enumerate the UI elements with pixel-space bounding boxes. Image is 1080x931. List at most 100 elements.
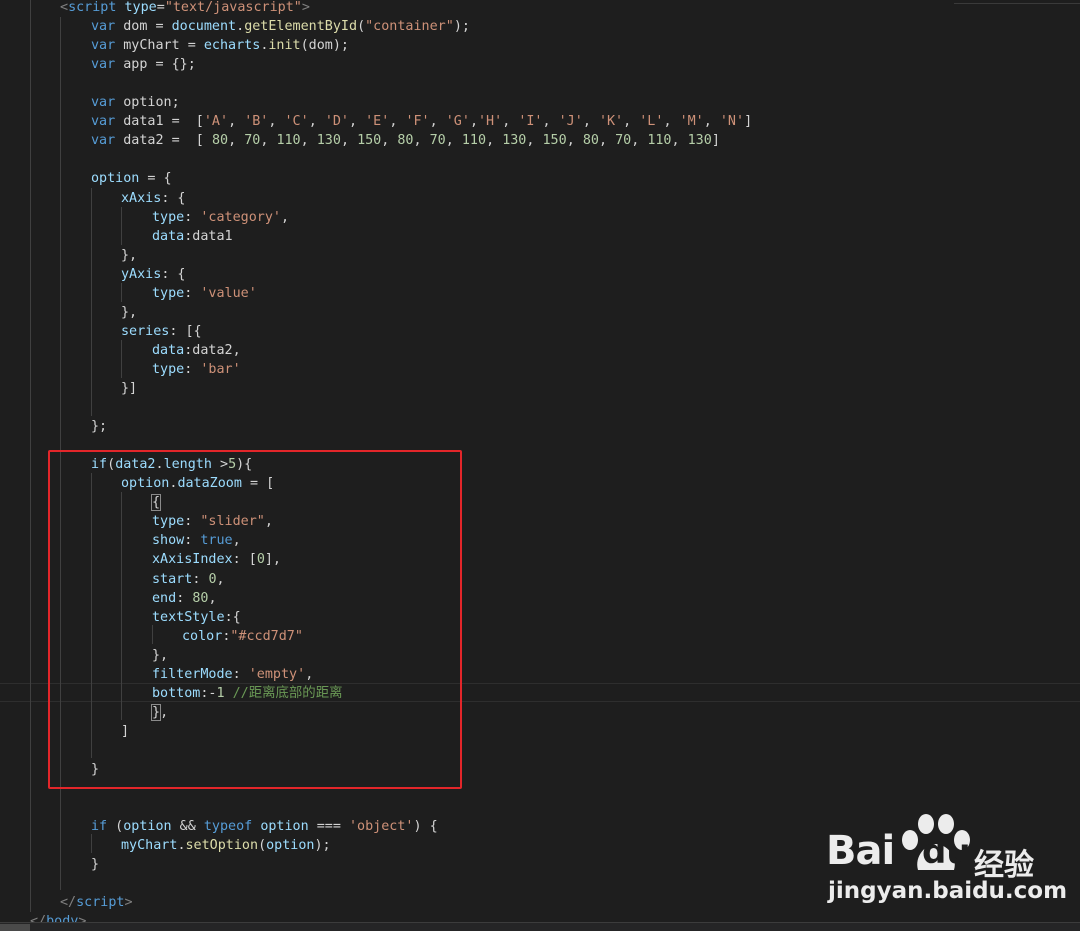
- code-line[interactable]: type: 'value': [152, 284, 257, 303]
- code-line[interactable]: },: [121, 246, 137, 265]
- code-token: 'K': [598, 114, 624, 130]
- code-token: (: [258, 838, 267, 854]
- code-token: ,: [228, 114, 245, 130]
- code-token: option: [260, 819, 309, 835]
- indent-guide: [91, 188, 92, 416]
- code-line[interactable]: data:data1: [152, 227, 233, 246]
- code-line[interactable]: }]: [121, 379, 137, 398]
- horizontal-scrollbar[interactable]: [0, 922, 1080, 931]
- watermark-bai: Bai: [826, 828, 895, 874]
- baidu-jingyan-watermark: Bai du 经验 jingyan.baidu.com: [826, 810, 1067, 910]
- code-line[interactable]: var option;: [91, 93, 180, 112]
- code-editor[interactable]: <script type="text/javascript"> var dom =…: [0, 0, 1080, 931]
- code-token: : {: [161, 190, 186, 206]
- code-token: ,: [228, 133, 245, 149]
- code-line[interactable]: },: [121, 303, 137, 322]
- code-line[interactable]: </script>: [60, 893, 133, 912]
- code-line[interactable]: yAxis: {: [121, 265, 186, 284]
- code-token: 'M': [679, 114, 704, 130]
- code-line[interactable]: var data1 = ['A', 'B', 'C', 'D', 'E', 'F…: [91, 112, 752, 131]
- code-line[interactable]: var data2 = [ 80, 70, 110, 130, 150, 80,…: [91, 131, 720, 150]
- scrollbar-thumb[interactable]: [0, 924, 30, 931]
- code-token: : [{: [169, 323, 202, 339]
- code-line[interactable]: var myChart = echarts.init(dom);: [91, 36, 349, 55]
- code-token: 150: [357, 133, 382, 149]
- code-token: 'N': [719, 114, 745, 130]
- code-token: ,: [566, 133, 583, 149]
- code-token: =: [156, 0, 165, 15]
- code-token: 'B': [244, 114, 269, 130]
- code-token: var: [91, 57, 116, 73]
- code-token: .: [177, 838, 186, 854]
- code-token: : {: [161, 266, 186, 282]
- code-token: script: [76, 895, 125, 911]
- code-token: ,: [469, 114, 478, 130]
- code-line[interactable]: series: [{: [121, 322, 202, 341]
- code-token: ,: [631, 133, 648, 149]
- code-token: yAxis: [121, 266, 162, 282]
- code-token: 80: [211, 133, 229, 149]
- code-token: ,: [300, 133, 317, 149]
- code-token: type: [152, 209, 185, 225]
- code-line[interactable]: <script type="text/javascript">: [60, 0, 310, 17]
- code-token: data1 = [: [115, 114, 204, 130]
- code-token: 80: [397, 133, 414, 149]
- code-token: ,: [429, 114, 446, 130]
- code-token: :data2,: [184, 342, 241, 358]
- code-token: 110: [276, 133, 301, 149]
- code-token: (: [357, 19, 366, 35]
- code-token: 130: [316, 133, 341, 149]
- code-token: 'A': [203, 114, 229, 130]
- indent-guide: [121, 283, 122, 302]
- code-token: getElementById: [244, 19, 358, 35]
- code-token: type: [152, 361, 185, 377]
- code-token: 'J': [558, 114, 583, 130]
- code-token: script: [68, 0, 117, 15]
- code-token: ,: [703, 114, 720, 130]
- code-token: >: [301, 0, 310, 15]
- code-token: 110: [461, 133, 487, 149]
- code-token: }: [91, 857, 100, 873]
- code-token: ,: [340, 133, 358, 149]
- code-line[interactable]: }: [91, 855, 99, 874]
- code-token: option: [266, 838, 315, 854]
- code-token: <: [60, 0, 69, 15]
- code-line[interactable]: type: 'bar': [152, 360, 241, 379]
- code-token: = {: [139, 171, 172, 187]
- code-line[interactable]: myChart.setOption(option);: [121, 836, 331, 855]
- code-line[interactable]: type: 'category',: [152, 208, 289, 227]
- code-token: type: [124, 0, 157, 15]
- code-token: >: [124, 895, 133, 911]
- code-line[interactable]: xAxis: {: [121, 189, 186, 208]
- code-token: ,: [486, 133, 503, 149]
- code-token: );: [314, 838, 331, 854]
- code-token: var: [91, 114, 116, 130]
- code-token: option: [91, 171, 140, 187]
- code-token: ,: [349, 114, 366, 130]
- code-token: ,: [598, 133, 616, 149]
- code-token: document: [171, 19, 237, 35]
- code-token: </: [60, 895, 77, 911]
- code-line[interactable]: if (option && typeof option === 'object'…: [91, 817, 438, 836]
- code-token: ,: [623, 114, 640, 130]
- code-token: xAxis: [121, 190, 162, 206]
- code-line[interactable]: data:data2,: [152, 341, 241, 360]
- indent-guide: [121, 340, 122, 378]
- code-line[interactable]: var app = {};: [91, 55, 196, 74]
- code-token: &&: [171, 819, 204, 835]
- code-token: var: [91, 95, 116, 111]
- code-token: echarts: [203, 38, 261, 54]
- code-token: 'C': [284, 114, 309, 130]
- code-token: ,: [308, 114, 325, 130]
- code-token: 110: [647, 133, 672, 149]
- code-token: "container": [365, 19, 454, 35]
- code-line[interactable]: };: [91, 417, 107, 436]
- indent-guide: [91, 834, 92, 853]
- code-token: ,: [413, 133, 430, 149]
- red-highlight-box: [48, 450, 462, 789]
- code-line[interactable]: var dom = document.getElementById("conta…: [91, 17, 470, 36]
- code-token: option: [123, 819, 172, 835]
- code-line[interactable]: option = {: [91, 169, 172, 188]
- code-token: :data1: [184, 228, 233, 244]
